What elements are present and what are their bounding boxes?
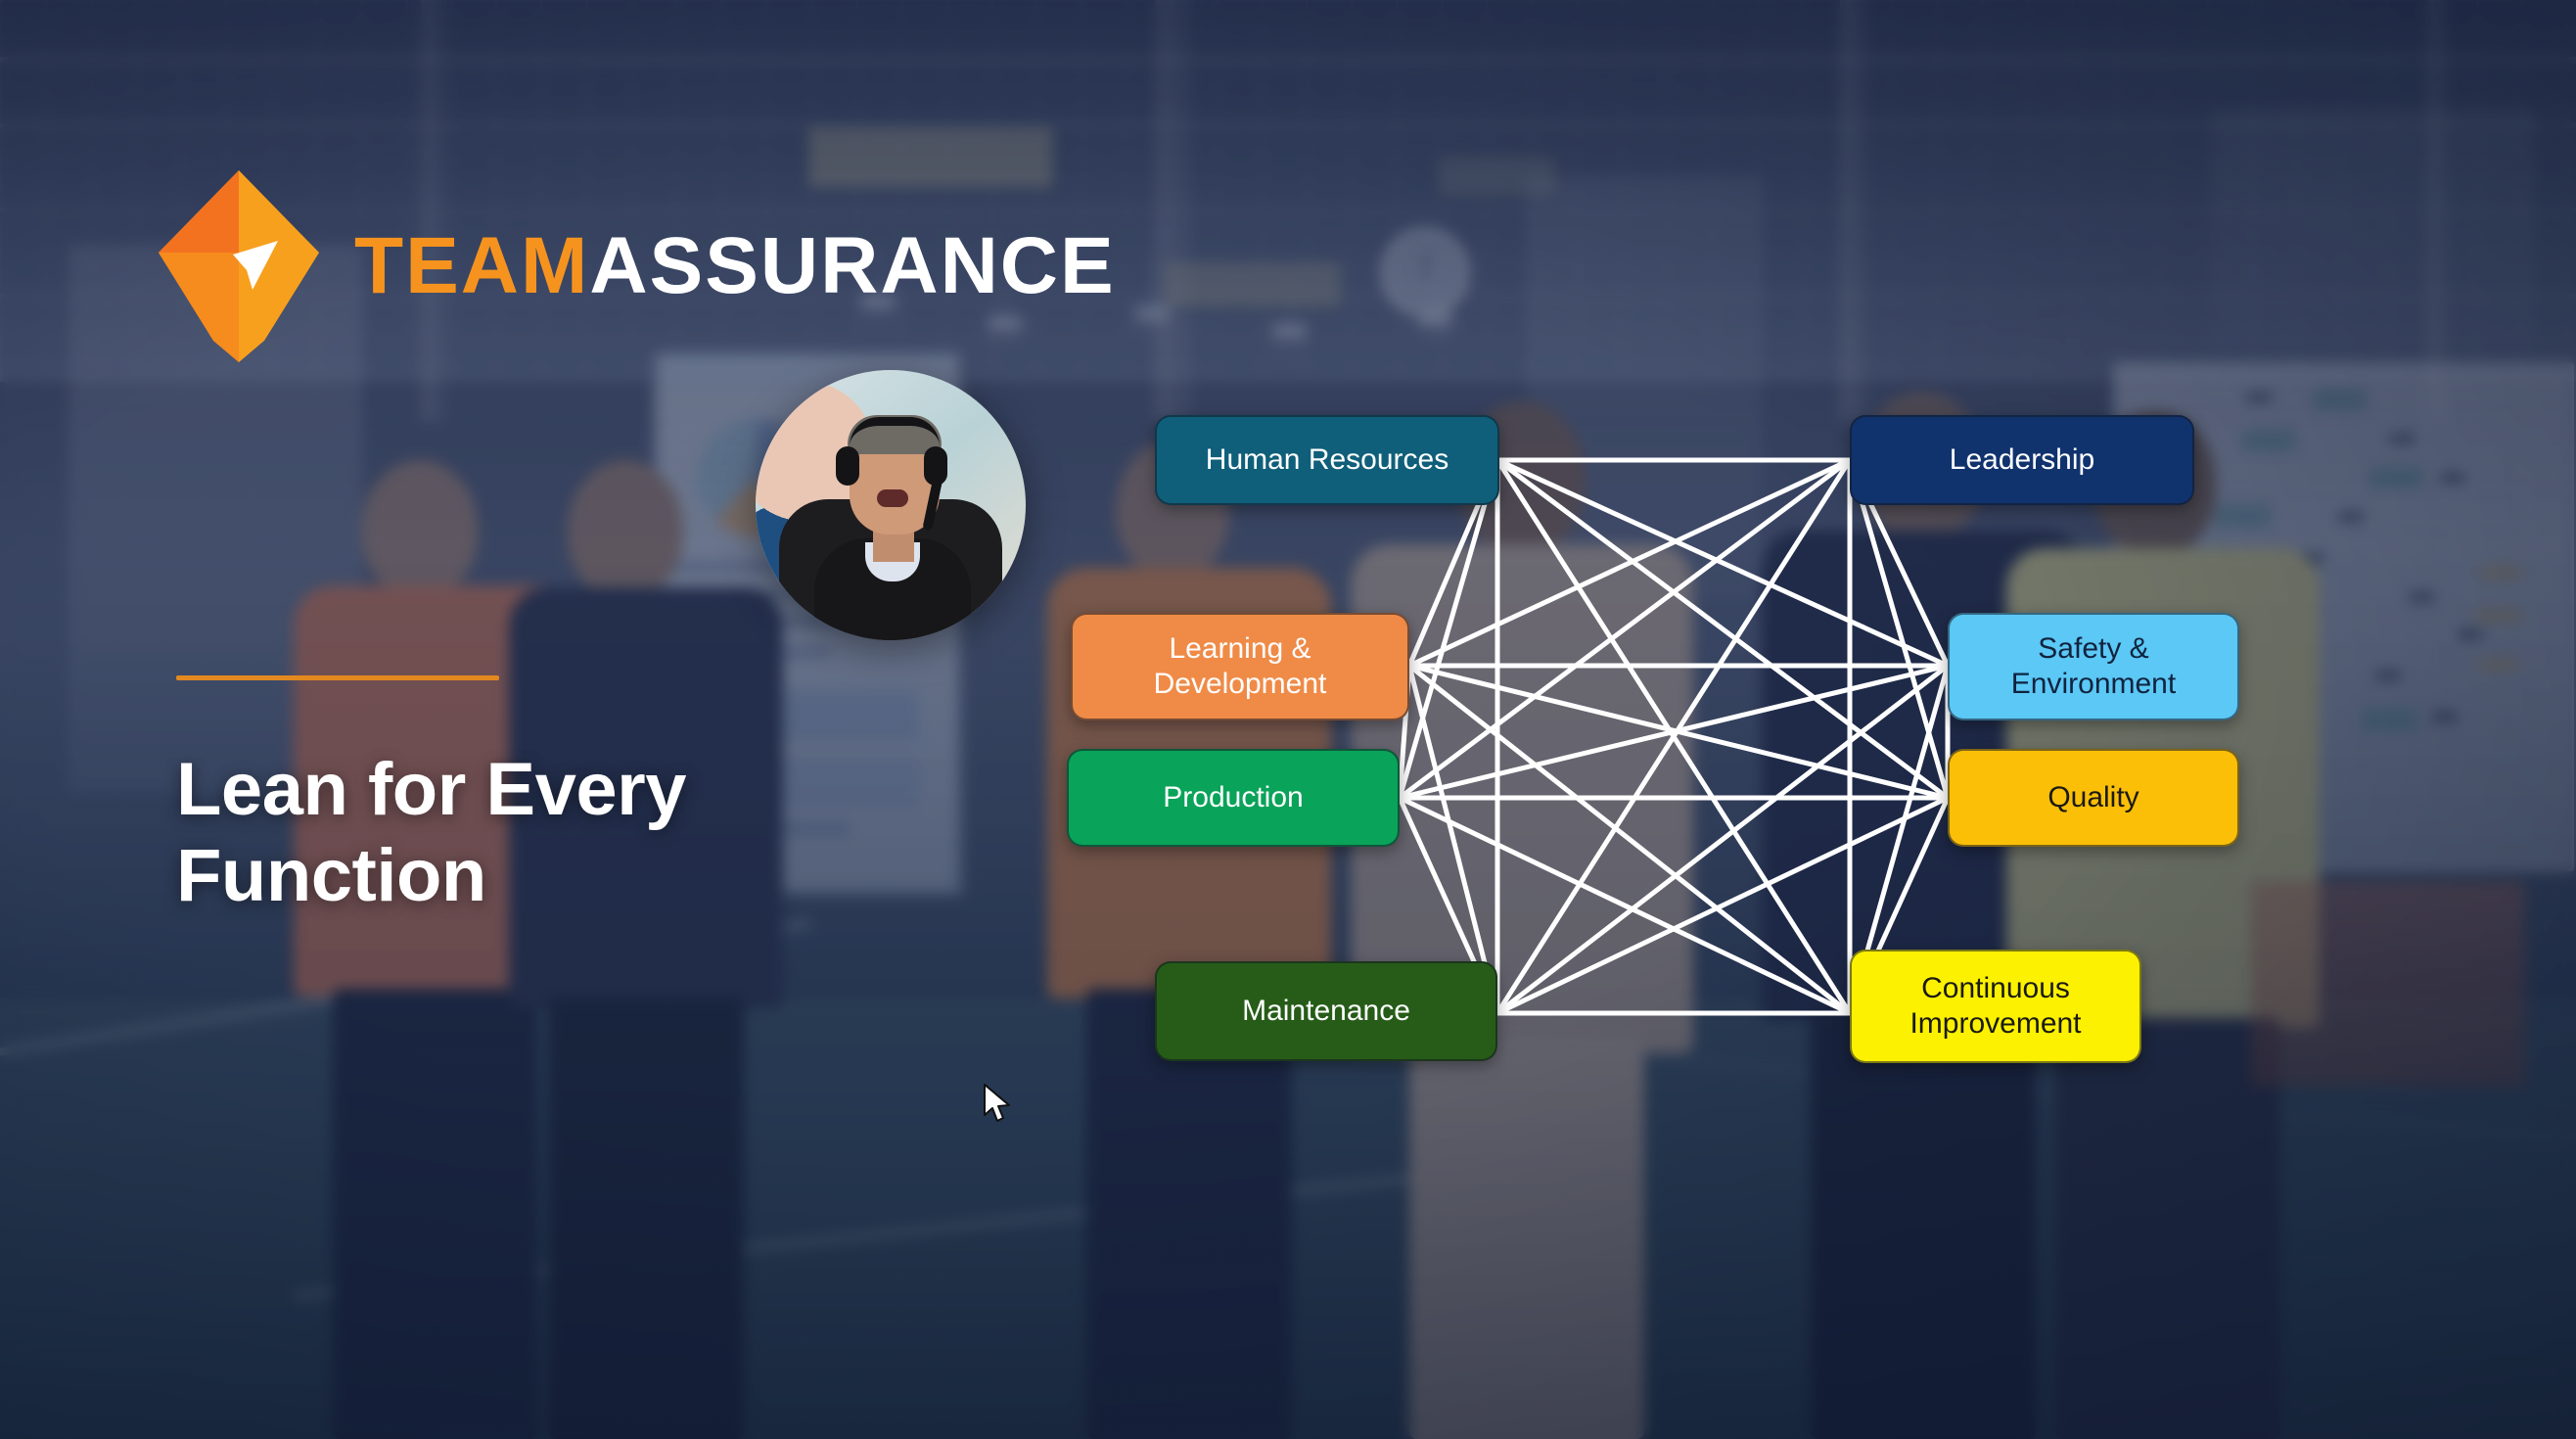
brand-word-team: TEAM [354,221,590,310]
mouse-pointer-icon [984,1084,1010,1122]
node-label: Maintenance [1242,995,1410,1027]
headphone-cup-left-icon [836,446,859,486]
slide-canvas: TEAMASSURANCE Lean for Every Function Hu… [0,0,2576,1439]
headline-block: Lean for Every Function [176,675,920,919]
node-production[interactable]: Production [1067,749,1400,847]
page-title: Lean for Every Function [176,748,687,918]
brand-logo: TEAMASSURANCE [157,168,1116,364]
node-quality[interactable]: Quality [1948,749,2239,847]
node-maintenance[interactable]: Maintenance [1155,961,1497,1061]
brand-word-assurance: ASSURANCE [589,221,1116,310]
orange-divider [176,675,499,680]
node-label: Leadership [1949,443,2095,476]
node-safety-environment[interactable]: Safety & Environment [1948,613,2239,720]
lean-functions-network: Human Resources Leadership Learning & De… [1067,415,2329,1204]
presenter-video-bubble[interactable] [756,370,1026,640]
webcam-mouth [877,489,908,507]
node-label: Production [1163,781,1304,813]
teamassurance-kite-logo-icon [159,170,319,362]
brand-wordmark: TEAMASSURANCE [354,226,1116,306]
node-label: Learning & Development [1153,632,1327,700]
node-learning-development[interactable]: Learning & Development [1071,613,1409,720]
node-label: Human Resources [1205,443,1449,476]
node-label: Quality [2047,781,2139,813]
node-label: Continuous Improvement [1909,972,2082,1040]
node-human-resources[interactable]: Human Resources [1155,415,1499,505]
node-label: Safety & Environment [2010,632,2177,700]
headphone-band-icon [850,417,940,446]
node-leadership[interactable]: Leadership [1850,415,2194,505]
node-continuous-improvement[interactable]: Continuous Improvement [1850,950,2141,1063]
